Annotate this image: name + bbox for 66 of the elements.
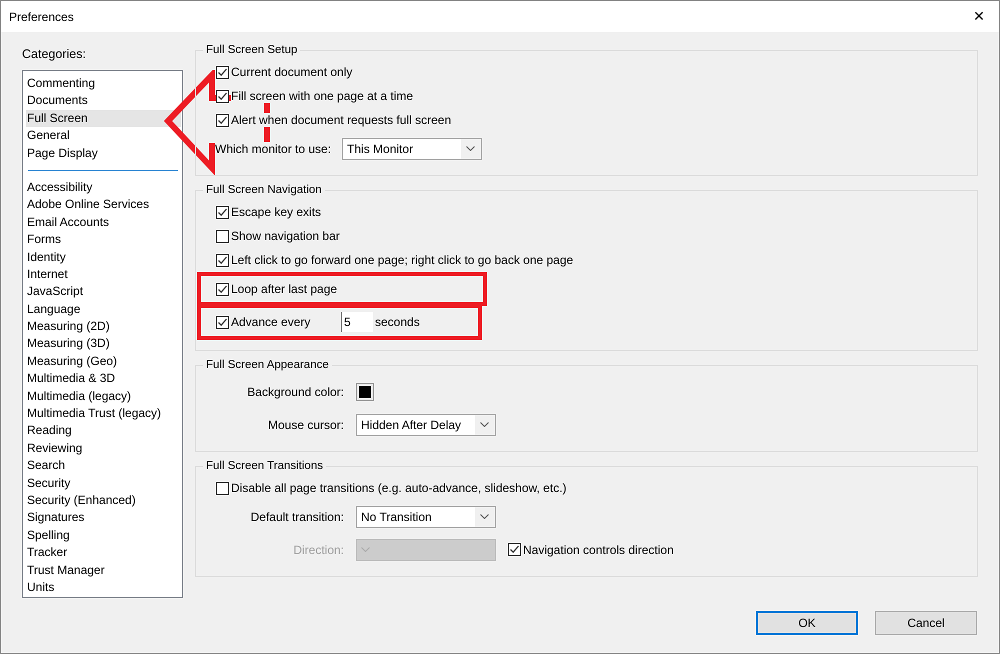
group-title: Full Screen Navigation [205,184,323,196]
checkbox-label: Current document only [231,65,352,79]
category-item[interactable]: Adobe Online Services [27,196,178,214]
dropdown[interactable]: Hidden After Delay [356,414,496,436]
unit-label: seconds [375,315,420,329]
checkbox-label: Show navigation bar [231,229,340,243]
category-item[interactable]: Internet [27,266,178,284]
category-item[interactable]: Security [27,474,178,492]
category-item[interactable]: Measuring (3D) [27,335,178,353]
categories-label: Categories: [22,47,87,63]
category-item[interactable]: Spelling [27,526,178,544]
color-swatch[interactable] [356,382,374,400]
dialog-button[interactable]: OK [756,611,858,635]
category-item[interactable]: Page Display [27,144,178,162]
caret-icon [466,146,476,151]
seconds-field[interactable]: 5 [341,312,373,332]
dialog-button[interactable]: Cancel [875,611,977,635]
category-item[interactable]: JavaScript [27,283,178,301]
category-item[interactable]: Multimedia (legacy) [27,388,178,406]
dropdown[interactable]: This Monitor [342,138,482,160]
checkbox-label: Fill screen with one page at a time [231,89,414,103]
checkbox-label: Loop after last page [231,282,338,296]
category-item[interactable]: Accessibility [27,178,178,196]
category-item[interactable]: Documents [27,92,178,110]
category-item[interactable]: Multimedia Trust (legacy) [27,405,178,422]
checkbox[interactable] [216,482,229,494]
checkbox[interactable] [216,254,229,266]
checkbox[interactable] [216,114,229,126]
category-item[interactable]: Commenting [27,75,178,92]
checkbox-label: Escape key exits [231,205,322,219]
caret-icon [480,514,489,519]
group-title: Full Screen Appearance [205,359,330,371]
checkbox-label: Left click to go forward one page; right click to go back one page [231,253,574,267]
group-title: Full Screen Setup [205,44,298,56]
window-title: Preferences [9,10,74,24]
category-item[interactable]: Full Screen [26,110,181,128]
checkbox-label: Alert when document requests full screen [231,113,452,127]
category-item[interactable]: Reading [27,422,178,440]
checkbox-label: Disable all page transitions (e.g. auto-advance, slideshow, etc.) [231,481,567,495]
category-item[interactable]: Signatures [27,509,178,527]
dropdown[interactable]: No Transition [356,506,496,528]
category-item[interactable]: Search [27,457,178,475]
category-item[interactable]: Tracker [27,544,178,562]
checkbox[interactable] [216,282,229,296]
category-item[interactable]: Trust Manager [27,562,178,579]
caret-icon [361,547,370,552]
category-item[interactable]: Identity [27,248,178,266]
checkbox[interactable] [216,90,229,102]
category-item[interactable]: Language [27,300,178,318]
checkbox[interactable] [216,316,229,328]
category-item[interactable]: Security (Enhanced) [27,492,178,510]
checkbox[interactable] [216,66,229,78]
category-item[interactable]: General [27,127,178,145]
caret-icon [480,422,489,427]
category-item[interactable]: Measuring (Geo) [27,352,178,370]
category-item[interactable]: Units [27,578,178,596]
checkbox[interactable] [216,230,229,242]
category-item[interactable]: Multimedia & 3D [27,370,178,388]
checkbox[interactable] [216,206,229,218]
category-item[interactable]: Reviewing [27,440,178,458]
close-button[interactable]: ✕ [959,1,999,32]
checkbox-label: Navigation controls direction [523,542,674,556]
category-item[interactable]: Email Accounts [27,214,178,232]
category-item[interactable]: Forms [27,231,178,249]
group-title: Full Screen Transitions [205,460,324,472]
category-item[interactable]: Measuring (2D) [27,318,178,336]
